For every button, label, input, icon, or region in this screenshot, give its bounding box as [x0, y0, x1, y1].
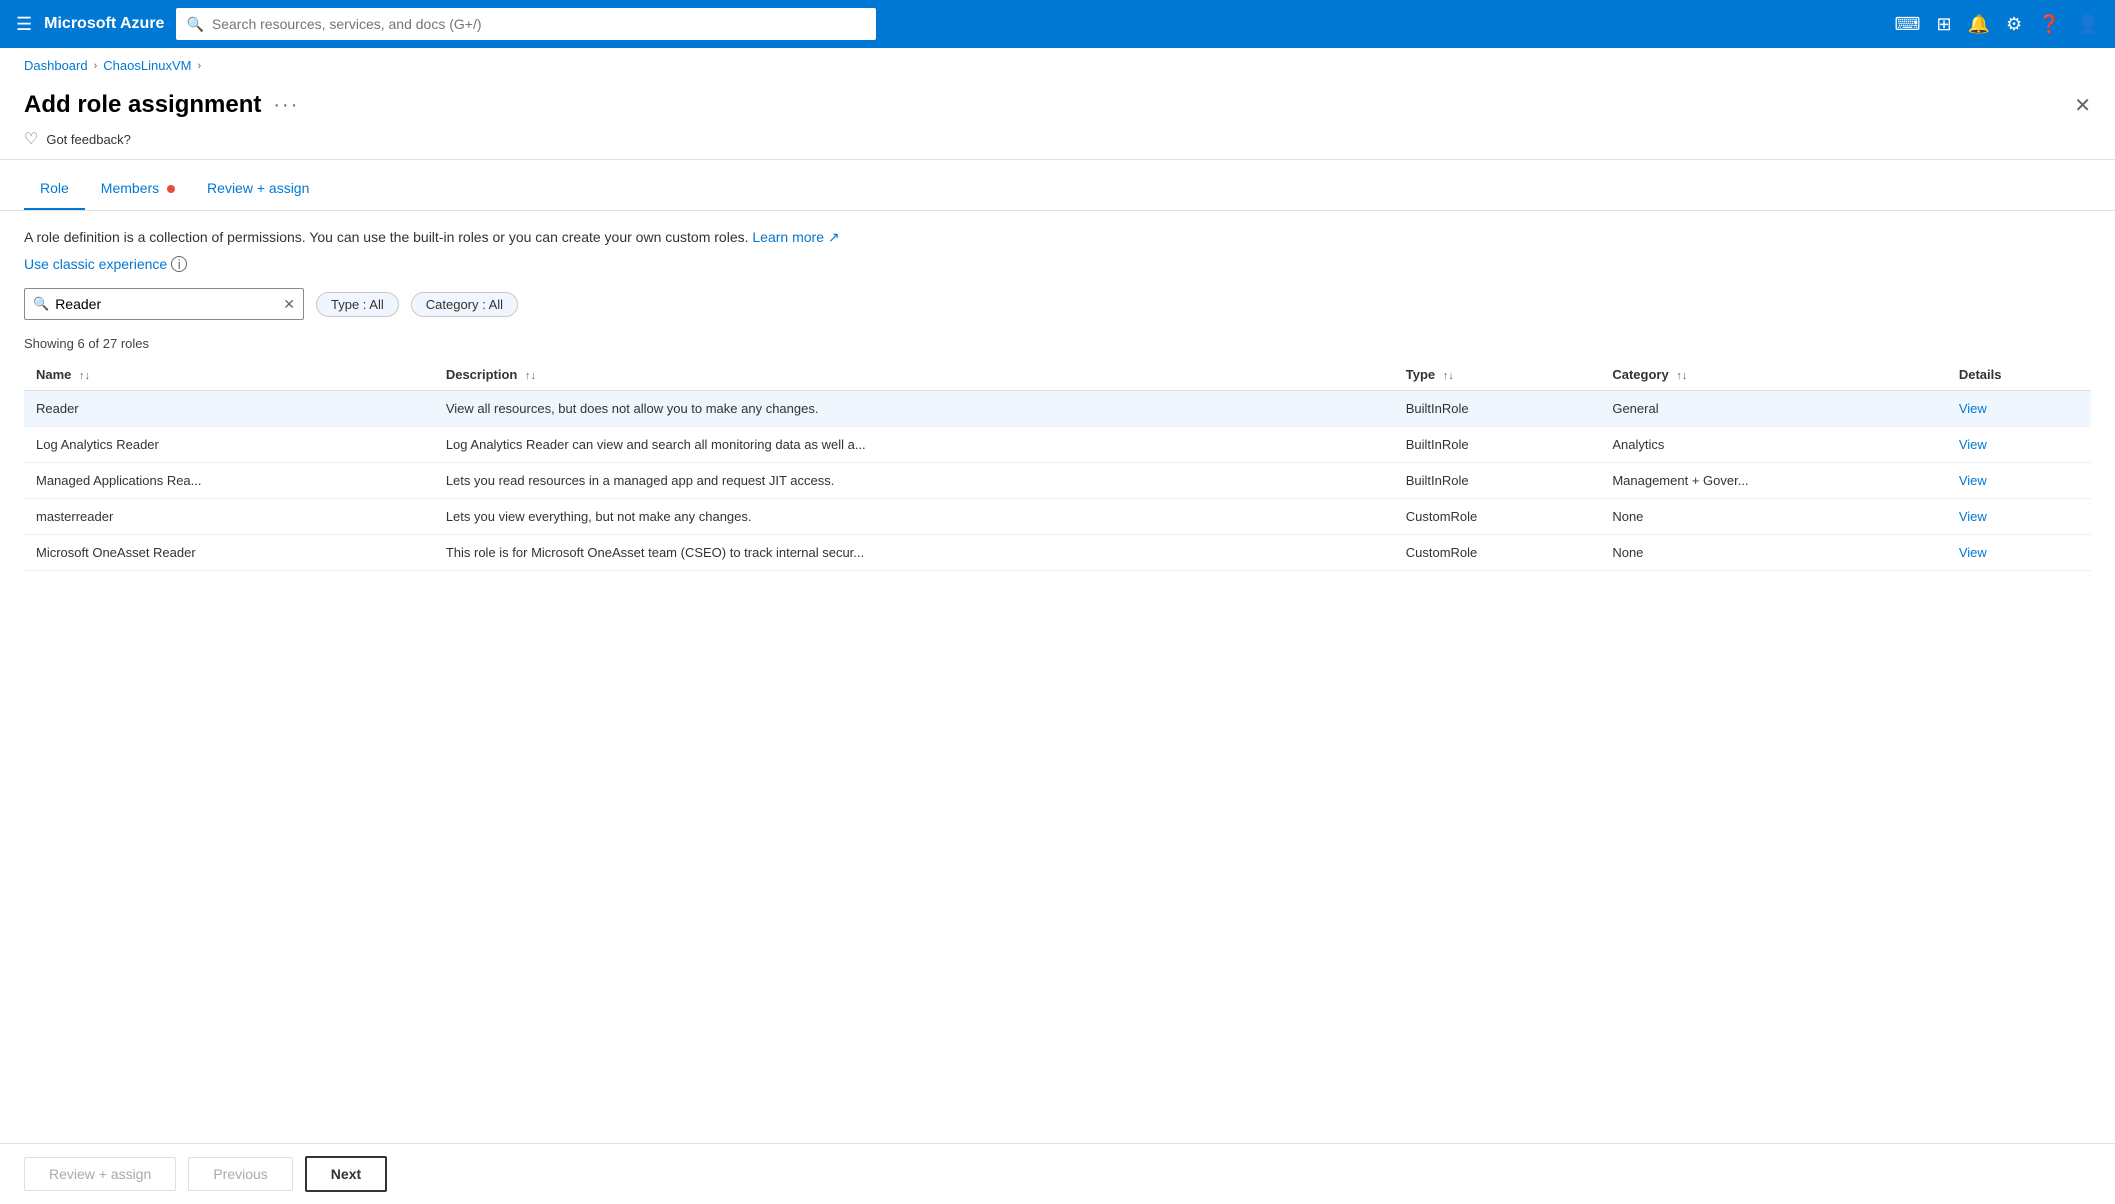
row-desc-0: View all resources, but does not allow y… [434, 391, 1394, 427]
col-type[interactable]: Type ↑↓ [1394, 359, 1601, 391]
user-icon[interactable]: 👤 [2077, 14, 2099, 35]
terminal-icon[interactable]: ⌨ [1895, 14, 1921, 35]
col-name[interactable]: Name ↑↓ [24, 359, 434, 391]
category-filter-pill[interactable]: Category : All [411, 292, 518, 317]
row-name-2: Managed Applications Rea... [24, 463, 434, 499]
breadcrumb-vm[interactable]: ChaosLinuxVM [103, 58, 191, 73]
sort-name-icon[interactable]: ↑↓ [79, 370, 90, 382]
tab-members[interactable]: Members [85, 168, 191, 210]
breadcrumb-dashboard[interactable]: Dashboard [24, 58, 88, 73]
breadcrumb-sep-1: › [94, 60, 98, 72]
row-name-4: Microsoft OneAsset Reader [24, 535, 434, 571]
row-category-4: None [1600, 535, 1947, 571]
row-category-2: Management + Gover... [1600, 463, 1947, 499]
row-category-3: None [1600, 499, 1947, 535]
row-name-0: Reader [24, 391, 434, 427]
tabs-container: Role Members Review + assign [0, 168, 2115, 211]
row-type-4: CustomRole [1394, 535, 1601, 571]
breadcrumb-sep-2: › [197, 60, 201, 72]
col-description[interactable]: Description ↑↓ [434, 359, 1394, 391]
row-type-0: BuiltInRole [1394, 391, 1601, 427]
nav-icons: ⌨ ⊞ 🔔 ⚙ ❓ 👤 [1895, 14, 2099, 35]
role-search-input[interactable] [55, 296, 277, 312]
previous-button[interactable]: Previous [188, 1157, 292, 1191]
title-area: Add role assignment ··· [24, 91, 299, 119]
row-view-4[interactable]: View [1947, 535, 2091, 571]
table-row[interactable]: Microsoft OneAsset Reader This role is f… [24, 535, 2091, 571]
col-details: Details [1947, 359, 2091, 391]
feedback-bar: ♡ Got feedback? [0, 119, 2115, 159]
filters-bar: 🔍 ✕ Type : All Category : All [24, 288, 2091, 320]
row-category-1: Analytics [1600, 427, 1947, 463]
row-view-0[interactable]: View [1947, 391, 2091, 427]
portal-icon[interactable]: ⊞ [1937, 14, 1952, 35]
table-row[interactable]: Managed Applications Rea... Lets you rea… [24, 463, 2091, 499]
row-view-1[interactable]: View [1947, 427, 2091, 463]
table-header: Name ↑↓ Description ↑↓ Type ↑↓ Category … [24, 359, 2091, 391]
members-dot [167, 185, 175, 193]
brand-logo: Microsoft Azure [44, 15, 164, 33]
bell-icon[interactable]: 🔔 [1968, 14, 1990, 35]
feedback-label: Got feedback? [46, 132, 131, 147]
global-search-input[interactable] [212, 16, 867, 32]
row-category-0: General [1600, 391, 1947, 427]
close-button[interactable]: ✕ [2074, 93, 2091, 118]
top-nav: ☰ Microsoft Azure 🔍 ⌨ ⊞ 🔔 ⚙ ❓ 👤 [0, 0, 2115, 48]
roles-table: Name ↑↓ Description ↑↓ Type ↑↓ Category … [24, 359, 2091, 571]
breadcrumb: Dashboard › ChaosLinuxVM › [0, 48, 2115, 83]
feedback-heart-icon: ♡ [24, 129, 38, 149]
role-search-wrap[interactable]: 🔍 ✕ [24, 288, 304, 320]
classic-experience-link[interactable]: Use classic experience i [24, 256, 2091, 272]
col-category[interactable]: Category ↑↓ [1600, 359, 1947, 391]
results-count: Showing 6 of 27 roles [24, 336, 2091, 351]
row-type-2: BuiltInRole [1394, 463, 1601, 499]
search-clear-button[interactable]: ✕ [283, 296, 295, 313]
table-body: Reader View all resources, but does not … [24, 391, 2091, 571]
row-name-1: Log Analytics Reader [24, 427, 434, 463]
global-search-bar[interactable]: 🔍 [176, 8, 876, 40]
search-role-icon: 🔍 [33, 296, 49, 312]
tab-role[interactable]: Role [24, 168, 85, 210]
search-icon: 🔍 [186, 16, 203, 33]
row-type-1: BuiltInRole [1394, 427, 1601, 463]
sort-desc-icon[interactable]: ↑↓ [525, 370, 536, 382]
row-desc-3: Lets you view everything, but not make a… [434, 499, 1394, 535]
tab-review-assign[interactable]: Review + assign [191, 168, 325, 210]
footer: Review + assign Previous Next [0, 1143, 2115, 1204]
sort-type-icon[interactable]: ↑↓ [1443, 370, 1454, 382]
hamburger-icon[interactable]: ☰ [16, 14, 32, 35]
next-button[interactable]: Next [305, 1156, 387, 1192]
learn-more-link[interactable]: Learn more ↗ [752, 229, 839, 245]
table-row[interactable]: Reader View all resources, but does not … [24, 391, 2091, 427]
sort-category-icon[interactable]: ↑↓ [1676, 370, 1687, 382]
row-type-3: CustomRole [1394, 499, 1601, 535]
row-desc-2: Lets you read resources in a managed app… [434, 463, 1394, 499]
table-row[interactable]: masterreader Lets you view everything, b… [24, 499, 2091, 535]
help-icon[interactable]: ❓ [2038, 14, 2060, 35]
row-desc-1: Log Analytics Reader can view and search… [434, 427, 1394, 463]
table-row[interactable]: Log Analytics Reader Log Analytics Reade… [24, 427, 2091, 463]
type-filter-pill[interactable]: Type : All [316, 292, 399, 317]
page-title: Add role assignment [24, 91, 261, 119]
main-content: A role definition is a collection of per… [0, 211, 2115, 587]
row-name-3: masterreader [24, 499, 434, 535]
row-view-2[interactable]: View [1947, 463, 2091, 499]
row-desc-4: This role is for Microsoft OneAsset team… [434, 535, 1394, 571]
page-header: Add role assignment ··· ✕ [0, 83, 2115, 119]
review-assign-button[interactable]: Review + assign [24, 1157, 176, 1191]
divider-1 [0, 159, 2115, 160]
roles-table-wrap: Name ↑↓ Description ↑↓ Type ↑↓ Category … [24, 359, 2091, 571]
row-view-3[interactable]: View [1947, 499, 2091, 535]
info-icon: i [171, 256, 187, 272]
role-description: A role definition is a collection of per… [24, 227, 2091, 248]
settings-icon[interactable]: ⚙ [2006, 14, 2022, 35]
more-options-button[interactable]: ··· [273, 94, 299, 117]
